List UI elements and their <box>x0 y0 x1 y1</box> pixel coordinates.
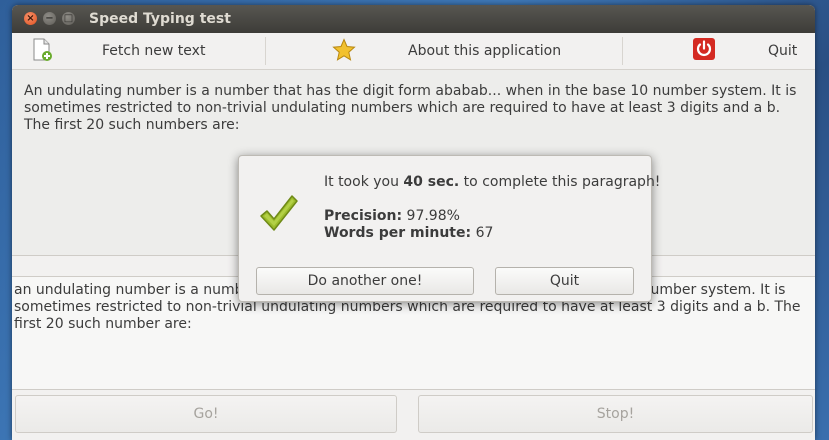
precision-value: 97.98% <box>406 208 460 224</box>
window-title: Speed Typing test <box>89 11 231 27</box>
precision-label: Precision: <box>324 208 403 224</box>
completion-time-message: It took you 40 sec. to complete this par… <box>324 174 661 190</box>
wpm-value: 67 <box>475 225 494 241</box>
completion-time-value: 40 sec. <box>403 174 460 190</box>
results-dialog: It took you 40 sec. to complete this par… <box>238 155 660 302</box>
about-application-button[interactable]: About this application <box>266 33 622 69</box>
quit-toolbar-button[interactable]: Quit <box>623 33 815 69</box>
quit-toolbar-label: Quit <box>768 43 798 59</box>
wpm-label: Words per minute: <box>324 225 472 241</box>
precision-line: Precision: 97.98% <box>324 208 460 224</box>
checkmark-icon <box>260 195 298 231</box>
new-document-icon <box>33 38 52 61</box>
star-icon <box>332 38 356 61</box>
dialog-quit-button[interactable]: Quit <box>495 267 634 295</box>
about-application-label: About this application <box>408 43 562 59</box>
fetch-new-text-label: Fetch new text <box>102 43 206 59</box>
stop-button[interactable]: Stop! <box>418 395 813 433</box>
minimize-window-button[interactable]: − <box>43 12 56 25</box>
fetch-new-text-button[interactable]: Fetch new text <box>12 33 265 69</box>
maximize-window-button[interactable]: □ <box>62 12 75 25</box>
wpm-line: Words per minute: 67 <box>324 225 493 241</box>
do-another-button[interactable]: Do another one! <box>256 267 474 295</box>
toolbar: Fetch new text About this application Qu… <box>12 33 815 70</box>
go-button[interactable]: Go! <box>15 395 397 433</box>
source-paragraph: An undulating number is a number that ha… <box>24 83 797 133</box>
title-bar[interactable]: × − □ Speed Typing test <box>12 5 815 33</box>
close-window-button[interactable]: × <box>24 12 37 25</box>
power-icon <box>693 38 715 60</box>
